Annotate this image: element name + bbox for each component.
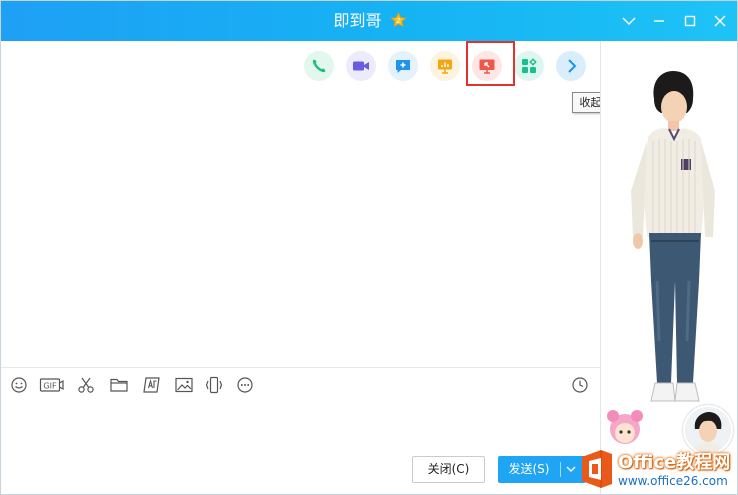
- title-bar[interactable]: 即到哥 Z: [1, 1, 737, 41]
- annotation-highlight-box: [466, 41, 515, 86]
- office-logo: [582, 450, 612, 488]
- gif-icon: GIF: [39, 378, 64, 392]
- video-call-button[interactable]: [346, 51, 376, 81]
- message-input[interactable]: [1, 398, 600, 448]
- shake-icon: [205, 376, 223, 394]
- image-icon: [175, 377, 193, 393]
- contact-name: 即到哥: [333, 11, 382, 30]
- avatar-face-illustration: [693, 412, 723, 453]
- svg-text:Z: Z: [396, 18, 400, 25]
- message-button[interactable]: [388, 51, 418, 81]
- vip-crown-icon: Z: [389, 12, 407, 29]
- watermark-url: www.office26.com: [618, 474, 728, 488]
- chevron-right-icon: [568, 59, 577, 73]
- voice-call-button[interactable]: [304, 51, 334, 81]
- smiley-icon: [11, 377, 27, 393]
- contact-avatar[interactable]: [683, 405, 733, 455]
- message-history-button[interactable]: [570, 375, 590, 395]
- chat-window: 即到哥 Z 收起 GIF 关闭(C) 发送(S) Office教程网 www.o…: [0, 0, 738, 495]
- more-options-button[interactable]: [235, 375, 255, 395]
- input-divider: [1, 367, 600, 368]
- send-options-chevron-icon[interactable]: [564, 462, 578, 476]
- gif-label: GIF: [43, 382, 57, 391]
- video-camera-icon: [353, 61, 369, 71]
- history-clock-icon: [572, 377, 588, 393]
- send-file-button[interactable]: [109, 375, 129, 395]
- screenshot-button[interactable]: [76, 375, 96, 395]
- watermark-title: Office教程网: [618, 452, 731, 473]
- dropdown-menu-button[interactable]: [618, 11, 640, 31]
- scissors-icon: [78, 377, 94, 393]
- message-area[interactable]: [1, 41, 600, 368]
- send-button[interactable]: 发送(S): [498, 456, 586, 483]
- window-shake-button[interactable]: [204, 375, 224, 395]
- gif-button[interactable]: GIF: [39, 375, 65, 395]
- close-window-button[interactable]: [709, 11, 731, 31]
- apps-grid-icon: [522, 58, 537, 73]
- font-style-icon: [143, 377, 160, 393]
- phone-icon: [312, 59, 326, 73]
- send-split-divider: [560, 462, 561, 477]
- close-button[interactable]: 关闭(C): [412, 456, 485, 483]
- collapse-panel-button[interactable]: [556, 51, 586, 81]
- folder-icon: [110, 378, 128, 392]
- minimize-button[interactable]: [648, 11, 670, 31]
- maximize-button[interactable]: [679, 11, 701, 31]
- emoji-button[interactable]: [9, 375, 29, 395]
- send-image-button[interactable]: [174, 375, 194, 395]
- font-style-button[interactable]: [142, 375, 162, 395]
- send-button-label: 发送(S): [508, 462, 550, 476]
- share-screen-button[interactable]: [430, 51, 460, 81]
- apps-button[interactable]: [514, 51, 544, 81]
- presentation-icon: [438, 59, 452, 74]
- chat-plus-icon: [396, 60, 410, 73]
- more-icon: [237, 377, 253, 393]
